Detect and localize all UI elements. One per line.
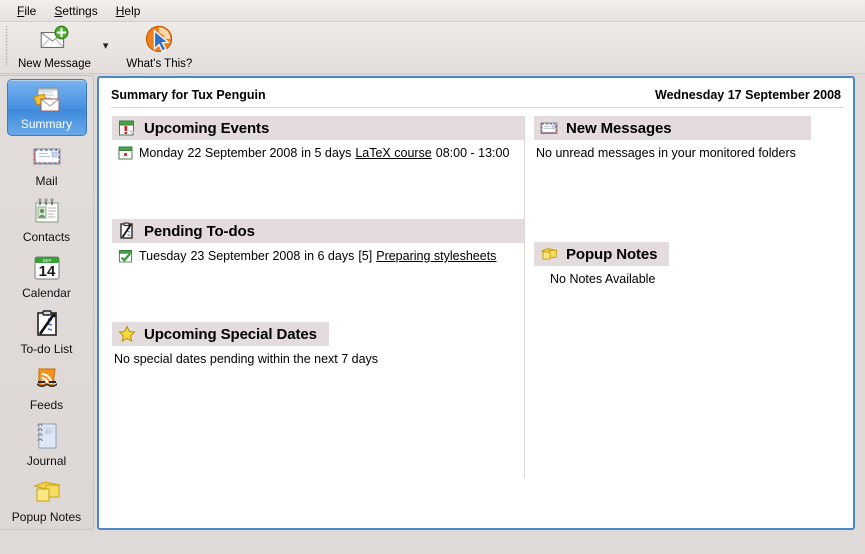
todo-relative: in 6 days (304, 249, 355, 263)
star-icon (118, 325, 136, 342)
summary-columns: Upcoming Events Monday 22 September 2008… (99, 108, 853, 480)
svg-text:D: D (44, 428, 50, 436)
popup-notes-icon (540, 247, 558, 260)
event-date: 22 September 2008 (187, 146, 298, 160)
page-title: Summary for Tux Penguin (111, 88, 266, 102)
calendar-day-icon (118, 146, 133, 160)
special-dates-empty-text: No special dates pending within the next… (114, 352, 379, 366)
menu-item-help[interactable]: Help (107, 2, 150, 20)
svg-text:14: 14 (38, 263, 55, 280)
left-column: Upcoming Events Monday 22 September 2008… (99, 116, 524, 480)
sidebar-item-label: Feeds (29, 398, 64, 412)
journal-notebook-icon: D (36, 423, 56, 449)
sidebar-item-mail[interactable]: Mail (7, 137, 87, 192)
new-message-dropdown-arrow[interactable]: ▾ (97, 39, 115, 52)
whats-this-label: What's This? (126, 58, 193, 70)
event-row[interactable]: Monday 22 September 2008 in 5 days LaTeX… (112, 140, 524, 161)
sidebar: Summary Mail Contacts SEP 14 Calendar To… (0, 75, 94, 530)
new-message-label: New Message (18, 58, 91, 70)
todo-count: [5] (358, 249, 373, 263)
summary-panel: Summary for Tux Penguin Wednesday 17 Sep… (97, 76, 855, 530)
popup-notes-empty-text: No Notes Available (550, 272, 656, 286)
section-pending-todos-header: Pending To-dos (112, 219, 524, 243)
event-relative: in 5 days (301, 146, 352, 160)
sidebar-item-label: Contacts (22, 230, 71, 244)
contacts-card-icon (35, 198, 58, 223)
menu-item-file[interactable]: File (8, 2, 45, 20)
sidebar-item-label: Summary (20, 117, 73, 131)
calendar-icon: SEP 14 (34, 256, 59, 280)
popup-notes-icon (32, 481, 60, 502)
section-title: Upcoming Events (144, 119, 270, 137)
event-time: 08:00 - 13:00 (435, 146, 510, 160)
section-popup-notes-header: Popup Notes (534, 242, 670, 266)
new-message-button[interactable]: New Message (12, 22, 97, 70)
panel-header: Summary for Tux Penguin Wednesday 17 Sep… (99, 78, 853, 107)
sidebar-item-calendar[interactable]: SEP 14 Calendar (7, 249, 87, 304)
summary-icon (32, 87, 59, 112)
sidebar-item-journal[interactable]: D Journal (7, 417, 87, 472)
todo-link[interactable]: Preparing stylesheets (376, 249, 496, 263)
menu-bar: File Settings Help (0, 0, 865, 22)
sidebar-item-todo-list[interactable]: To-do List (7, 305, 87, 360)
sidebar-item-label: Journal (26, 454, 67, 468)
whats-this-button[interactable]: What's This? (120, 22, 198, 70)
new-messages-empty-text: No unread messages in your monitored fol… (536, 146, 796, 160)
calendar-alert-icon (119, 120, 134, 136)
airmail-envelope-icon (540, 122, 558, 134)
todo-clipboard-icon (120, 222, 133, 239)
main-body: Summary Mail Contacts SEP 14 Calendar To… (0, 74, 865, 554)
toolbar: New Message ▾ What's This? (0, 22, 865, 74)
sidebar-item-contacts[interactable]: Contacts (7, 193, 87, 248)
sidebar-item-label: To-do List (20, 342, 73, 356)
section-title: Pending To-dos (144, 222, 255, 240)
todo-check-icon (119, 250, 132, 263)
section-new-messages-header: New Messages (534, 116, 811, 140)
toolbar-drag-handle[interactable] (3, 26, 10, 66)
section-title: Popup Notes (566, 245, 658, 263)
sidebar-item-summary[interactable]: Summary (6, 79, 87, 136)
sidebar-item-label: Popup Notes (11, 510, 82, 524)
event-weekday: Monday (139, 146, 184, 160)
event-link[interactable]: LaTeX course (355, 146, 431, 160)
section-upcoming-events-header: Upcoming Events (112, 116, 524, 140)
menu-item-settings[interactable]: Settings (45, 2, 106, 20)
todo-date: 23 September 2008 (190, 249, 301, 263)
section-special-dates-header: Upcoming Special Dates (112, 322, 329, 346)
mail-envelope-icon (33, 148, 60, 165)
sidebar-item-label: Mail (35, 174, 58, 188)
whats-this-cursor-icon (146, 25, 173, 53)
todo-clipboard-icon (36, 310, 57, 336)
section-title: New Messages (566, 119, 672, 137)
section-title: Upcoming Special Dates (144, 325, 317, 343)
todo-weekday: Tuesday (139, 249, 187, 263)
todo-row[interactable]: Tuesday 23 September 2008 in 6 days [5] … (112, 243, 524, 264)
sidebar-item-popup-notes[interactable]: Popup Notes (7, 473, 87, 528)
current-date: Wednesday 17 September 2008 (655, 88, 841, 102)
right-column: New Messages No unread messages in your … (525, 116, 853, 480)
new-message-envelope-icon (41, 25, 69, 48)
sidebar-item-feeds[interactable]: Feeds (7, 361, 87, 416)
sidebar-item-label: Calendar (22, 286, 71, 300)
rss-feeds-icon (36, 368, 57, 387)
